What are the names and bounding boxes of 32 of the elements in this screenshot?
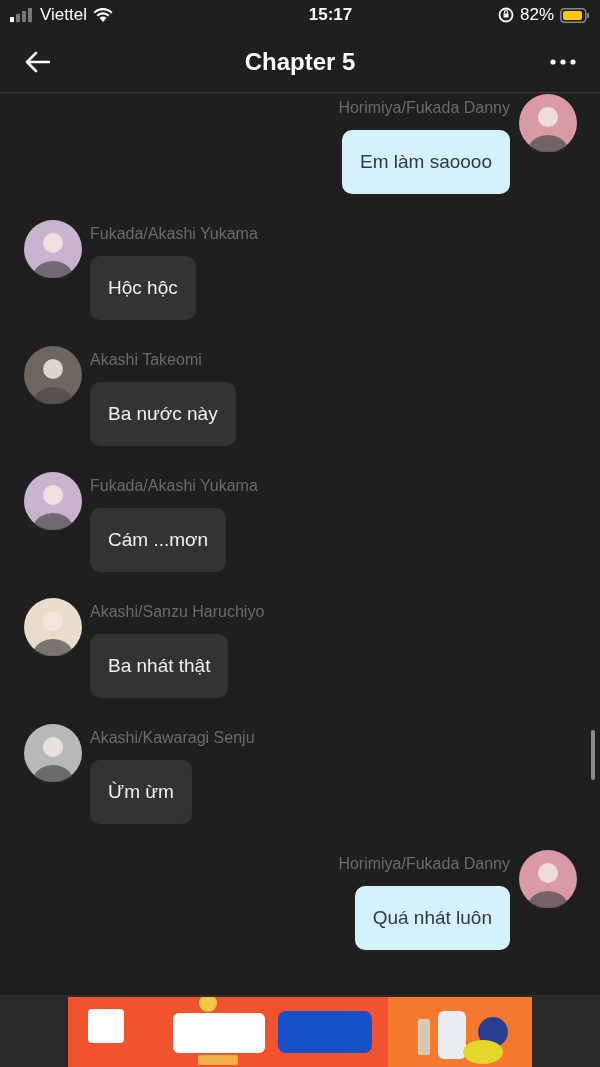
message-bubble: Ba nước này <box>90 382 236 446</box>
more-icon <box>550 58 576 65</box>
author-name: Fukada/Akashi Yukama <box>90 476 258 496</box>
avatar[interactable] <box>24 598 82 656</box>
author-name: Akashi/Sanzu Haruchiyo <box>90 602 265 622</box>
battery-icon <box>560 7 590 23</box>
message-bubble: Quá nhát luôn <box>354 886 510 950</box>
carrier-name: Viettel <box>40 4 87 27</box>
avatar[interactable] <box>519 94 577 152</box>
wifi-icon <box>92 8 113 22</box>
message-bubble: Ba nhát thật <box>90 634 229 698</box>
author-name: Fukada/Akashi Yukama <box>90 224 258 244</box>
message-bubble: Hộc hộc <box>90 256 196 320</box>
message-bubble: Em làm saoooo <box>342 130 510 194</box>
message-bubble: Cám ...mơn <box>90 508 227 572</box>
author-name: Akashi Takeomi <box>90 350 202 370</box>
author-name: Horimiya/Fukada Danny <box>338 854 510 874</box>
chapter-title: Chapter 5 <box>244 46 356 77</box>
rotation-lock-icon <box>497 7 514 23</box>
avatar[interactable] <box>24 346 82 404</box>
battery-percent: 82% <box>519 4 554 27</box>
avatar[interactable] <box>24 724 82 782</box>
avatar[interactable] <box>24 220 82 278</box>
scrollbar-thumb[interactable] <box>591 730 595 780</box>
message-bubble: Ừm ừm <box>90 760 192 824</box>
author-name: Horimiya/Fukada Danny <box>338 98 510 118</box>
back-arrow-icon <box>24 50 50 73</box>
avatar[interactable] <box>519 850 577 908</box>
avatar[interactable] <box>24 472 82 530</box>
author-name: Akashi/Kawaragi Senju <box>90 728 255 748</box>
signal-icon <box>10 8 34 22</box>
clock-time: 15:17 <box>308 4 353 27</box>
